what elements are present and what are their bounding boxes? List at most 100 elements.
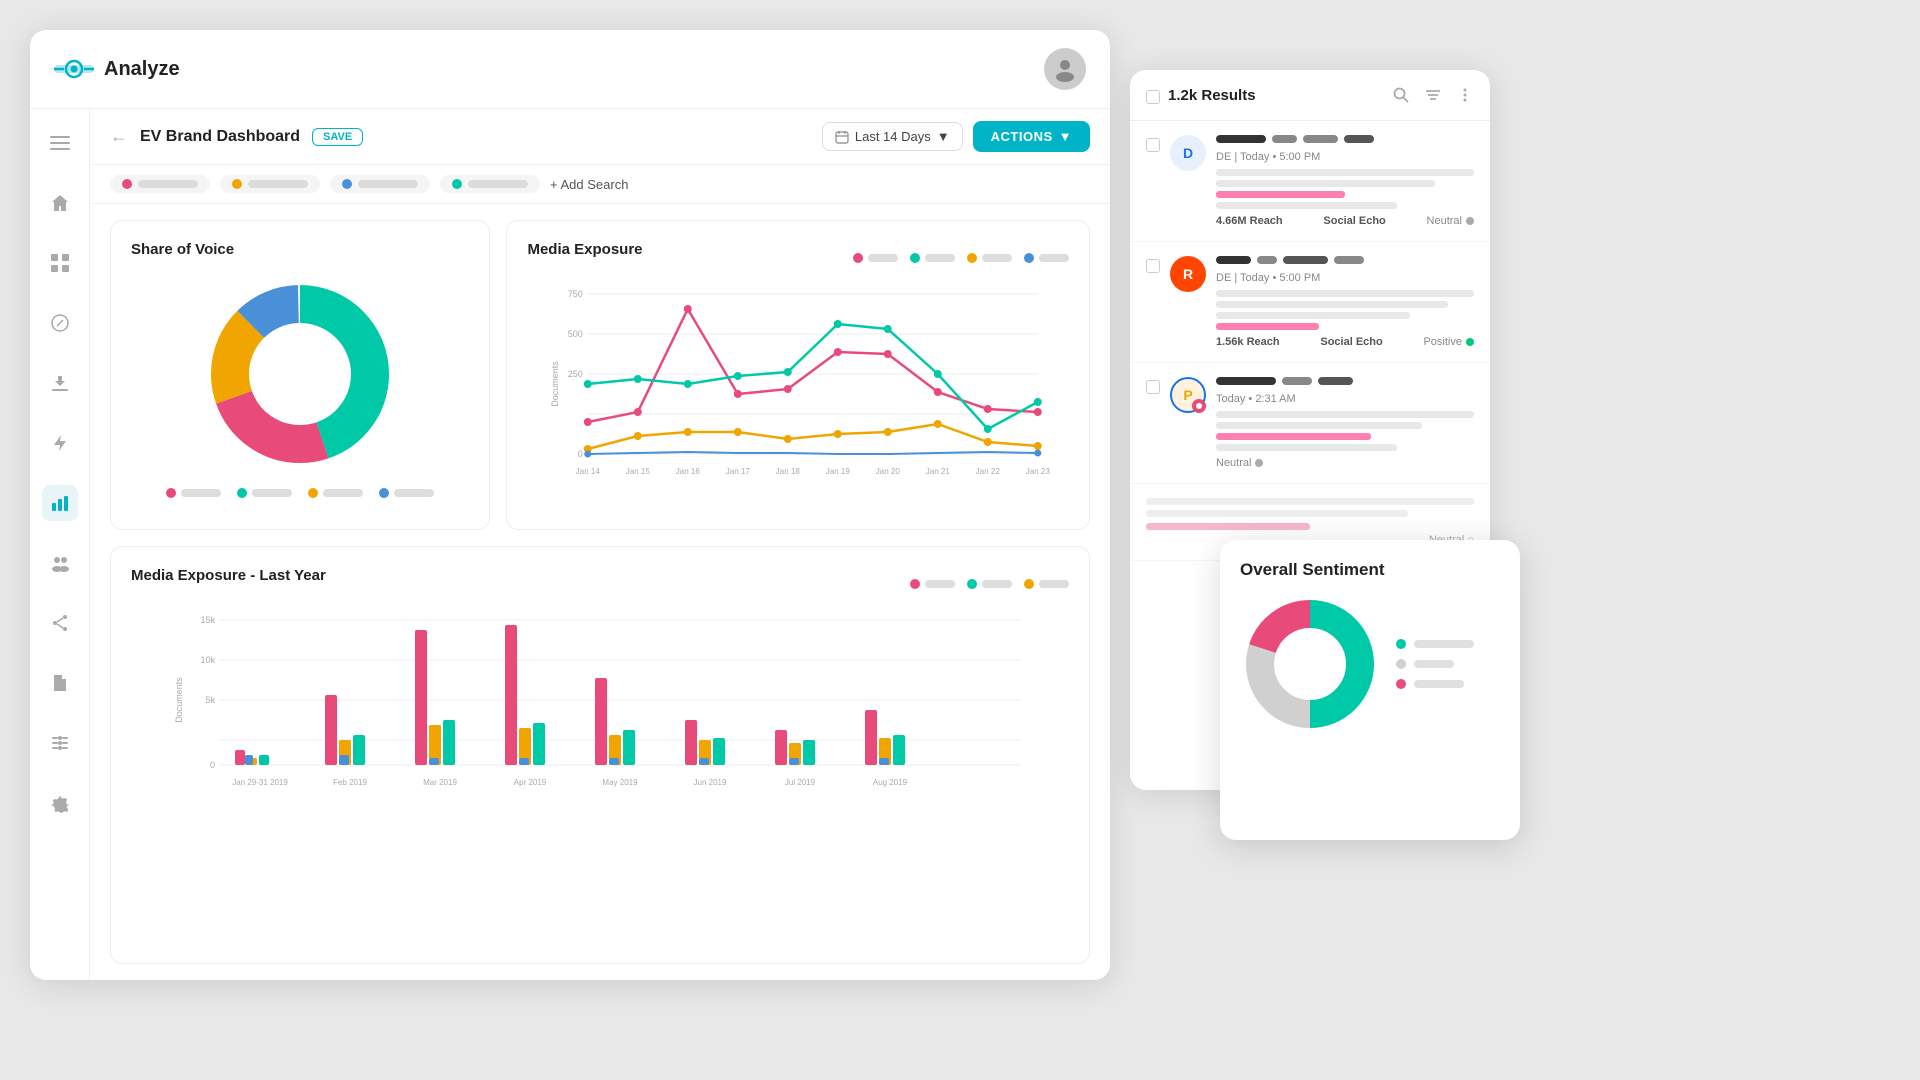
svg-text:250: 250 (568, 369, 583, 379)
result-checkbox-1[interactable] (1146, 138, 1160, 152)
results-count-label: 1.2k Results (1168, 87, 1256, 104)
actions-button[interactable]: ACTIONS ▼ (973, 121, 1090, 152)
result-line-2d (1216, 323, 1319, 330)
right-panel-wrapper: 1.2k Results (1130, 30, 1490, 790)
sidebar-item-settings[interactable] (42, 785, 78, 821)
result-item-1[interactable]: D DE | Today • 5:00 PM (1130, 121, 1490, 242)
sentiment-card-title: Overall Sentiment (1240, 560, 1500, 580)
date-range-label: Last 14 Days (855, 129, 931, 144)
select-all-checkbox[interactable] (1146, 90, 1160, 104)
toolbar-left: ← EV Brand Dashboard SAVE (110, 126, 363, 147)
bar-chart-header: Media Exposure - Last Year (131, 567, 1069, 600)
result-avatar-2: R (1170, 256, 1206, 292)
result-line-2c (1216, 312, 1410, 319)
toolbar-right: Last 14 Days ▼ ACTIONS ▼ (822, 121, 1090, 152)
search-tag-1[interactable] (110, 175, 210, 193)
sidebar-item-barchart[interactable] (42, 485, 78, 521)
legend-item-4 (379, 488, 434, 498)
search-tag-4[interactable] (440, 175, 540, 193)
result-item-3[interactable]: P Today • 2:31 AM (1130, 363, 1490, 484)
back-button[interactable]: ← (110, 126, 128, 147)
result-body-3: Today • 2:31 AM Neutral (1216, 377, 1474, 469)
legend-blue (1024, 253, 1069, 263)
sidebar-item-lightning[interactable] (42, 425, 78, 461)
svg-text:Jan 19: Jan 19 (826, 467, 851, 476)
sidebar-item-menu[interactable] (42, 125, 78, 161)
overall-sentiment-card: Overall Sentiment (1220, 540, 1520, 840)
tag-dot-1 (122, 179, 132, 189)
result-body-2: DE | Today • 5:00 PM 1.56k Reach Social … (1216, 256, 1474, 348)
sentiment-neutral (1396, 659, 1474, 669)
date-range-picker[interactable]: Last 14 Days ▼ (822, 122, 963, 151)
result-checkbox-3[interactable] (1146, 380, 1160, 394)
donut-chart-container (131, 274, 469, 498)
sidebar-item-settings2[interactable] (42, 725, 78, 761)
search-tag-3[interactable] (330, 175, 430, 193)
legend-item-2 (237, 488, 292, 498)
save-button[interactable]: SAVE (312, 128, 363, 146)
search-tag-2[interactable] (220, 175, 320, 193)
content-area: ← EV Brand Dashboard SAVE Las (90, 109, 1110, 980)
result-line-1a (1216, 169, 1474, 176)
sentiment-dot-3 (1255, 459, 1263, 467)
sentiment-negative (1396, 679, 1474, 689)
sentiment-legend (1396, 639, 1474, 689)
svg-text:Feb 2019: Feb 2019 (333, 778, 367, 787)
svg-text:Jun 2019: Jun 2019 (694, 778, 727, 787)
reddit-icon: R (1170, 256, 1206, 292)
result-reach-1: 4.66M Reach (1216, 215, 1283, 227)
result-social-echo-1: Social Echo (1323, 215, 1385, 227)
svg-text:10k: 10k (200, 655, 215, 665)
media-exposure-title: Media Exposure (527, 241, 642, 258)
sidebar-item-compass[interactable] (42, 305, 78, 341)
sentiment-positive (1396, 639, 1474, 649)
sentiment-label-2: Positive (1423, 336, 1462, 348)
search-icon[interactable] (1392, 86, 1410, 104)
result-line-3c (1216, 433, 1371, 440)
more-options-icon[interactable] (1456, 86, 1474, 104)
sidebar-item-users[interactable] (42, 545, 78, 581)
svg-text:Jan 15: Jan 15 (626, 467, 651, 476)
tag-dot-2 (232, 179, 242, 189)
sentiment-badge-3: Neutral (1216, 457, 1263, 469)
sidebar-item-share[interactable] (42, 605, 78, 641)
svg-text:Documents: Documents (550, 361, 560, 407)
legend-green (910, 253, 955, 263)
donut-chart-svg (200, 274, 400, 474)
user-avatar[interactable] (1044, 48, 1086, 90)
svg-text:Jul 2019: Jul 2019 (785, 778, 816, 787)
result-social-echo-2: Social Echo (1320, 336, 1382, 348)
sentiment-label-3: Neutral (1216, 457, 1251, 469)
svg-text:Mar 2019: Mar 2019 (423, 778, 457, 787)
result-line-1b (1216, 180, 1435, 187)
svg-text:0: 0 (578, 449, 583, 459)
sidebar-item-document[interactable] (42, 665, 78, 701)
tag-text-2 (248, 180, 308, 188)
result-tag-3b (1318, 377, 1353, 385)
actions-chevron-icon: ▼ (1059, 129, 1072, 144)
result-checkbox-2[interactable] (1146, 259, 1160, 273)
bar-legend-green (967, 579, 1012, 589)
result-tag-1 (1272, 135, 1297, 143)
media-exposure-header: Media Exposure (527, 241, 1069, 274)
filter-icon[interactable] (1424, 86, 1442, 104)
svg-text:15k: 15k (200, 615, 215, 625)
result-tag-2c (1334, 256, 1364, 264)
share-of-voice-card: Share of Voice (110, 220, 490, 530)
result-line-2b (1216, 301, 1448, 308)
result-line-3a (1216, 411, 1474, 418)
sidebar-item-home[interactable] (42, 185, 78, 221)
result-meta-1 (1216, 135, 1474, 143)
result-reach-2: 1.56k Reach (1216, 336, 1280, 348)
sidebar-item-download[interactable] (42, 365, 78, 401)
sentiment-dot-1 (1466, 217, 1474, 225)
media-exposure-last-year-card: Media Exposure - Last Year (110, 546, 1090, 964)
result-lines-2 (1216, 290, 1474, 330)
add-search-button[interactable]: + Add Search (550, 177, 628, 192)
dashboard-title: EV Brand Dashboard (140, 128, 300, 146)
sidebar-item-grid[interactable] (42, 245, 78, 281)
result-item-2[interactable]: R DE | Today • 5:00 PM (1130, 242, 1490, 363)
tag-text-3 (358, 180, 418, 188)
share-of-voice-title: Share of Voice (131, 241, 469, 258)
bar-chart-legend (910, 579, 1069, 589)
